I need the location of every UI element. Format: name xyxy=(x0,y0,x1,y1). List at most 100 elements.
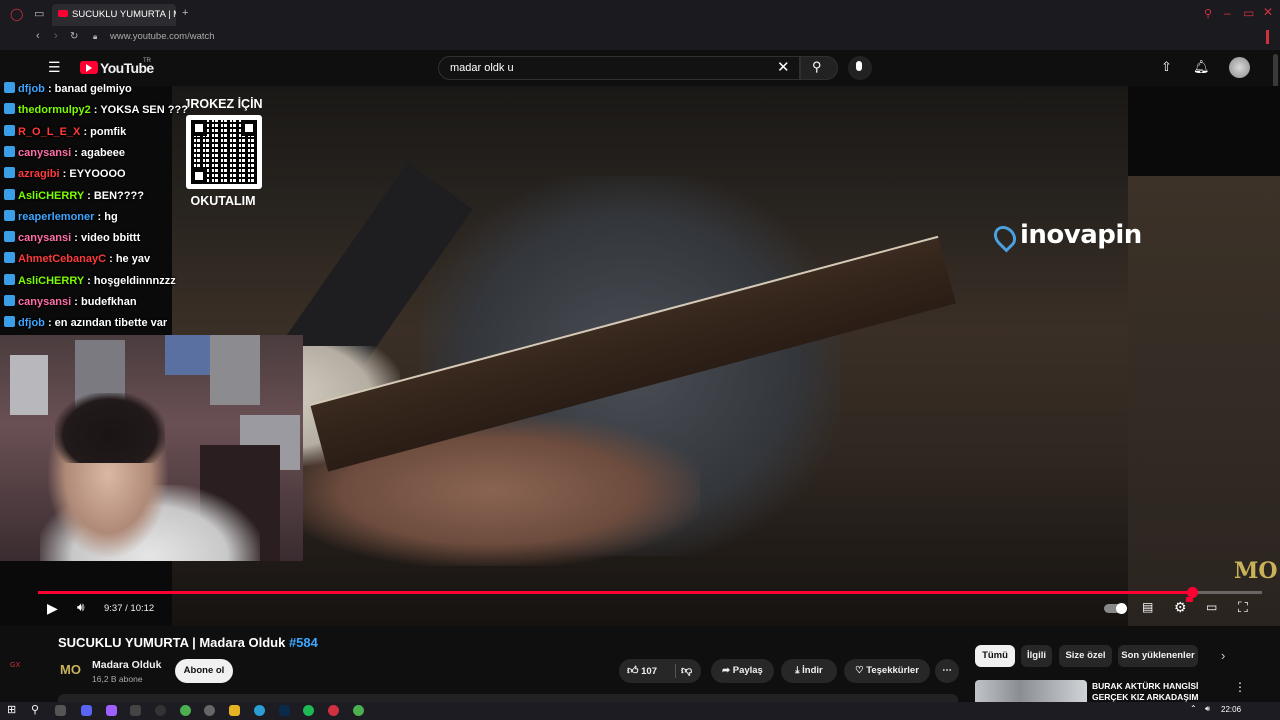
chat-username[interactable]: reaperlemoner xyxy=(18,211,94,223)
volume-icon[interactable]: 🔊︎ xyxy=(77,600,85,615)
chat-message: canysansi : video bbittt xyxy=(4,231,140,244)
channel-name[interactable]: Madara Olduk xyxy=(92,659,161,671)
chat-message: reaperlemoner : hg xyxy=(4,209,118,223)
spotify-icon[interactable] xyxy=(303,705,314,716)
volume-tray-icon[interactable]: 🔊︎ xyxy=(1205,704,1210,714)
search-tabs-icon[interactable]: ⚲ xyxy=(1204,7,1212,20)
voice-search-button[interactable] xyxy=(848,56,872,80)
taskbar xyxy=(0,702,1280,720)
upload-icon[interactable]: ⇧ xyxy=(1161,59,1172,75)
chat-message: AsliCHERRY : hoşgeldinnnzzz xyxy=(4,273,176,287)
opera-gx-icon[interactable] xyxy=(328,705,339,716)
chat-username[interactable]: AsliCHERRY xyxy=(18,190,84,202)
dislike-icon[interactable]: 👎︎ xyxy=(681,659,692,683)
recommendation-title[interactable]: BURAK AKTÜRK HANGİSİ GERÇEK KIZ ARKADAŞI… xyxy=(1092,681,1222,703)
chat-badge-icon xyxy=(4,167,15,179)
download-button[interactable]: ⤓ İndir xyxy=(781,659,837,683)
chat-badge-icon xyxy=(4,316,15,328)
steam-icon[interactable] xyxy=(204,705,215,716)
like-icon[interactable]: 👍︎ xyxy=(627,665,639,677)
fullscreen-icon[interactable]: ⛶ xyxy=(1238,599,1248,616)
chip-recent[interactable]: Son yüklenenler xyxy=(1118,645,1198,667)
discord-icon[interactable] xyxy=(81,705,92,716)
chip-all[interactable]: Tümü xyxy=(975,645,1015,667)
video-hashtag[interactable]: #584 xyxy=(289,635,318,650)
back-icon[interactable]: ‹ xyxy=(36,30,40,42)
chat-username[interactable]: azragibi xyxy=(18,168,60,180)
reload-icon[interactable]: ↻ xyxy=(70,31,78,42)
chat-username[interactable]: canysansi xyxy=(18,232,71,244)
chat-text: : YOKSA SEN ??? xyxy=(93,104,188,117)
chat-message: AhmetCebanayC : he yav xyxy=(4,252,150,265)
minimize-icon[interactable]: – xyxy=(1224,6,1231,20)
photoshop-icon[interactable] xyxy=(279,705,290,716)
chat-username[interactable]: R_O_L_E_X xyxy=(18,126,80,138)
chat-text: : hg xyxy=(97,210,118,223)
browser-tab[interactable]: SUCUKLU YUMURTA | Ma xyxy=(52,4,176,26)
twitch-icon[interactable] xyxy=(106,705,117,716)
chat-username[interactable]: dfjob xyxy=(18,83,45,95)
avatar[interactable] xyxy=(1229,57,1250,78)
close-window-icon[interactable]: ✕ xyxy=(1263,5,1273,19)
chip-for-you[interactable]: Size özel xyxy=(1059,645,1112,667)
share-label: Paylaş xyxy=(732,665,763,676)
chat-text: : video bbittt xyxy=(74,232,141,245)
autoplay-toggle[interactable] xyxy=(1104,603,1127,614)
more-actions-icon[interactable]: ⋯ xyxy=(935,659,959,683)
thanks-label: Teşekkürler xyxy=(866,665,919,676)
clear-search-icon[interactable]: ✕ xyxy=(777,58,790,76)
notifications-bell-icon[interactable]: 🔔︎ xyxy=(1193,59,1210,75)
chat-username[interactable]: canysansi xyxy=(18,147,71,159)
chat-username[interactable]: canysansi xyxy=(18,296,71,308)
chrome-icon-2[interactable] xyxy=(353,705,364,716)
like-dislike-group: 👍︎ 107 👎︎ xyxy=(619,659,701,683)
video-player[interactable]: JROKEZ İÇİN OKUTALIM inovapin MO ▶ 🔊︎ 9:… xyxy=(0,86,1280,626)
task-view-icon[interactable] xyxy=(55,705,66,716)
channel-watermark[interactable]: MO xyxy=(1234,558,1278,584)
tab-switcher-icon[interactable]: ▭ xyxy=(34,7,44,20)
app-icon[interactable] xyxy=(130,705,141,716)
chrome-icon[interactable] xyxy=(180,705,191,716)
chat-username[interactable]: AsliCHERRY xyxy=(18,275,84,287)
chat-username[interactable]: dfjob xyxy=(18,317,45,329)
sidebar-toggle-icon[interactable] xyxy=(1266,30,1269,44)
theater-mode-icon[interactable]: ▭ xyxy=(1206,600,1217,614)
taskbar-search-icon[interactable]: ⚲ xyxy=(31,703,39,716)
autoplay-knob xyxy=(1116,603,1127,614)
windows-start-icon[interactable]: ⊞ xyxy=(7,703,16,716)
play-icon[interactable]: ▶ xyxy=(47,600,58,617)
search-button[interactable]: ⚲ xyxy=(800,56,838,80)
forward-icon[interactable]: › xyxy=(54,30,58,42)
chat-text: : hoşgeldinnnzzz xyxy=(87,274,176,287)
chat-username[interactable]: AhmetCebanayC xyxy=(18,253,106,265)
file-explorer-icon[interactable] xyxy=(229,705,240,716)
recommendation-thumbnail[interactable] xyxy=(975,680,1087,702)
recommendation-menu-icon[interactable]: ⋮ xyxy=(1234,680,1246,694)
thanks-button[interactable]: ♡ Teşekkürler xyxy=(844,659,930,683)
share-button[interactable]: ➦ Paylaş xyxy=(711,659,774,683)
like-count[interactable]: 107 xyxy=(641,666,657,677)
maximize-icon[interactable]: ▭ xyxy=(1243,6,1254,20)
chips-next-icon[interactable]: › xyxy=(1221,648,1225,663)
sidebar-gx-icon[interactable]: GX xyxy=(10,662,20,669)
menu-icon[interactable]: ☰ xyxy=(48,59,61,76)
obs-icon[interactable] xyxy=(155,705,166,716)
subtitles-icon[interactable]: ▤ xyxy=(1142,600,1153,614)
new-tab-icon[interactable]: + xyxy=(182,7,188,19)
settings-gear-icon[interactable]: ⚙ xyxy=(1174,599,1187,616)
chat-message: canysansi : budefkhan xyxy=(4,295,137,308)
taskbar-clock[interactable]: 22:06 xyxy=(1221,705,1241,714)
search-input[interactable]: madar oldk u xyxy=(438,56,800,80)
time-display: 9:37 / 10:12 xyxy=(104,603,155,614)
channel-avatar[interactable]: MO xyxy=(58,657,83,682)
share-icon: ➦ xyxy=(722,665,731,676)
qr-eye xyxy=(191,168,207,184)
chip-related[interactable]: İlgili xyxy=(1021,645,1052,667)
chat-username[interactable]: thedormulpy2 xyxy=(18,104,91,116)
opera-logo-icon[interactable]: ◯ xyxy=(10,7,23,21)
edge-icon[interactable] xyxy=(254,705,265,716)
tray-chevron-icon[interactable]: ⌃ xyxy=(1190,704,1197,713)
subscribe-button[interactable]: Abone ol xyxy=(175,659,233,683)
url-field[interactable]: www.youtube.com/watch xyxy=(110,31,215,42)
download-label: İndir xyxy=(802,665,823,676)
